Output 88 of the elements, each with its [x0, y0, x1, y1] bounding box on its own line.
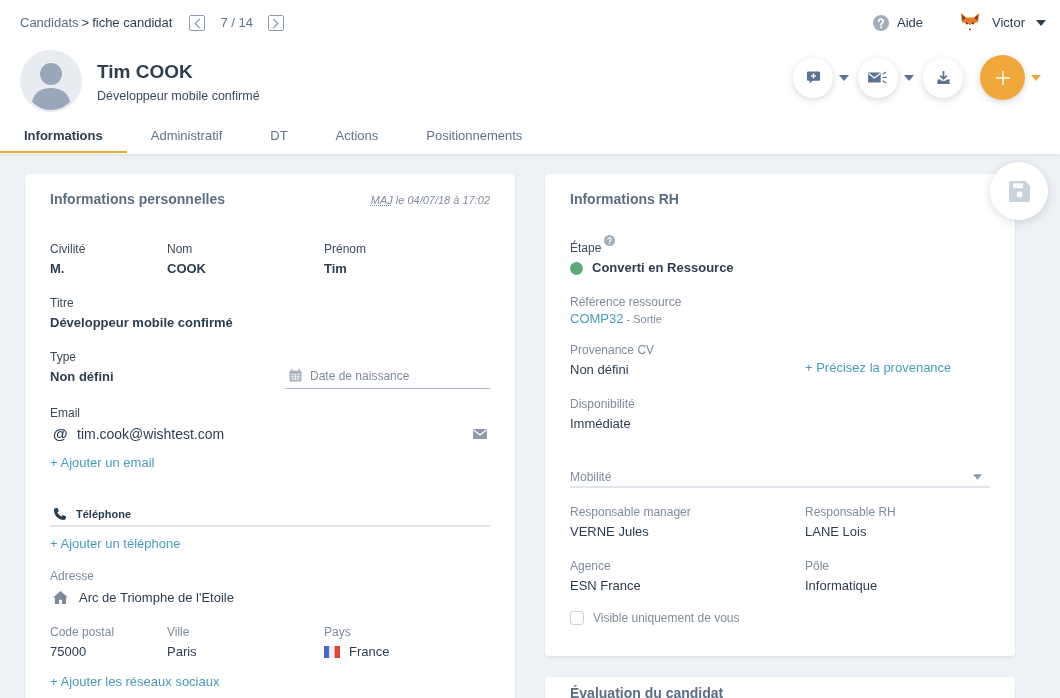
tab[interactable]: Positionnements [402, 117, 547, 153]
card-title: Informations personnelles [50, 190, 226, 208]
field-label: Type [50, 348, 76, 365]
chevron-left-icon [193, 17, 201, 29]
field-label: Prénom [324, 240, 367, 257]
field-label: Civilité [50, 240, 86, 257]
house-icon [53, 591, 68, 604]
plus-icon [995, 70, 1010, 85]
field-value: Développeur mobile confirmé [50, 313, 234, 332]
field-label: Étape [570, 240, 602, 256]
candidate-title: Développeur mobile confirmé [97, 88, 260, 104]
user-silhouette-icon [20, 50, 82, 112]
field-value: ESN France [570, 577, 642, 595]
last-update-note: MAJ le 04/07/18 à 17:02 [370, 193, 490, 208]
tab[interactable]: Informations [0, 117, 127, 153]
breadcrumb-current: fiche candidat [92, 14, 173, 32]
reference-status: - Sortie [626, 312, 662, 327]
address-value: Arc de Triomphe de l'Etoile [79, 588, 234, 607]
tab[interactable]: Administratif [126, 117, 247, 153]
caret-icon[interactable] [839, 74, 849, 81]
field-value: 75000 [50, 642, 88, 661]
field-value: LANE Lois [805, 523, 868, 541]
download-button[interactable] [923, 57, 963, 98]
field-label: Adresse [50, 569, 95, 583]
field-value: M. [50, 259, 66, 278]
add-source-link[interactable]: + Précisez la provenance [805, 359, 952, 377]
field-label: Disponibilité [570, 396, 635, 412]
date-field[interactable]: Date de naissance [285, 367, 490, 389]
breadcrumb-link[interactable]: Candidats [20, 14, 79, 32]
field-label: Titre [50, 294, 74, 311]
candidate-name: Tim COOK [97, 60, 194, 84]
download-icon [935, 70, 951, 85]
status-value: Converti en Ressource [592, 259, 734, 277]
flag-icon [324, 645, 340, 658]
field-label: Email [50, 405, 80, 420]
add-social-link[interactable]: + Ajouter les réseaux sociaux [50, 672, 220, 691]
phone-icon [52, 506, 67, 522]
field-label: Responsable RH [805, 504, 896, 520]
send-email-button[interactable] [858, 57, 898, 98]
field-value: VERNE Jules [570, 523, 650, 541]
user-menu[interactable]: Victor [959, 12, 1046, 34]
field-label: Référence ressource [570, 294, 682, 310]
field-label: Responsable manager [570, 504, 691, 520]
card-title: Évaluation du candidat [570, 684, 725, 698]
field-label: Pays [324, 623, 351, 640]
at-sign: @ [53, 423, 67, 444]
next-button[interactable] [267, 15, 284, 31]
field-label: Pôle [805, 558, 830, 574]
field-value: Immédiate [570, 415, 632, 433]
tab[interactable]: DT [246, 117, 312, 153]
save-button[interactable] [990, 162, 1048, 220]
field-label: Provenance CV [570, 342, 655, 358]
fox-icon [959, 12, 981, 34]
comment-plus-icon [805, 70, 821, 85]
email-address: tim.cook@wishtest.com [77, 424, 225, 444]
field-value: Non défini [570, 361, 630, 379]
field-label: Code postal [50, 623, 115, 640]
help-link[interactable]: Aide [872, 13, 923, 33]
envelope-icon[interactable] [473, 429, 487, 439]
field-label: Nom [167, 240, 193, 257]
field-value: Non défini [50, 367, 115, 386]
field-value: Tim [324, 259, 348, 278]
select-field[interactable]: Mobilité [570, 468, 990, 488]
tab[interactable]: Actions [311, 117, 403, 153]
previous-button[interactable] [189, 15, 206, 31]
reference-link[interactable]: COMP32 [570, 311, 624, 327]
field-value: France [349, 642, 390, 661]
caret-icon[interactable] [904, 74, 914, 81]
field-label: Ville [167, 623, 190, 640]
add-phone-link[interactable]: + Ajouter un téléphone [50, 534, 181, 553]
add-button[interactable] [980, 55, 1025, 100]
field-value: Informatique [805, 577, 879, 595]
card-title: Informations RH [570, 190, 679, 208]
help-icon [872, 15, 889, 31]
field-value: COOK [167, 259, 207, 278]
envelope-icon [868, 71, 888, 84]
add-comment-button[interactable] [793, 57, 833, 98]
calendar-icon [289, 368, 302, 382]
chevron-right-icon [272, 17, 280, 29]
field-value: Paris [167, 642, 198, 661]
checkbox[interactable] [570, 611, 584, 625]
breadcrumb-separator: > [81, 14, 90, 32]
section-title: Téléphone [76, 506, 131, 522]
caret-icon[interactable] [1036, 20, 1046, 26]
checkbox-label: Visible uniquement de vous [593, 610, 740, 626]
page-counter: 7 / 14 [220, 14, 253, 32]
add-email-link[interactable]: + Ajouter un email [50, 454, 155, 472]
field-label: Agence [570, 558, 611, 574]
